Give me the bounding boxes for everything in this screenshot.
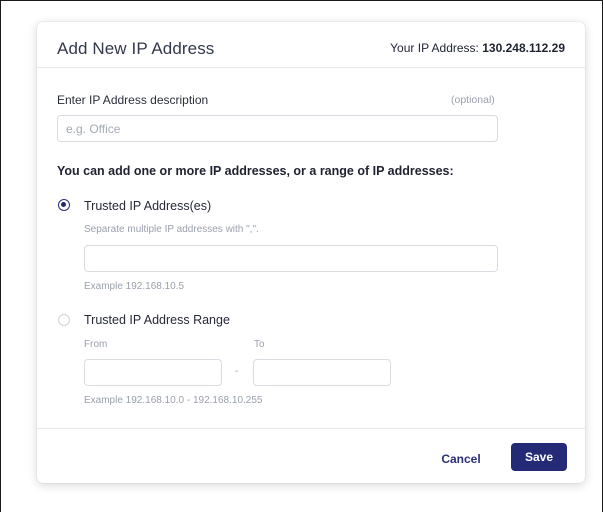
range-separator: - bbox=[235, 366, 239, 377]
trusted-addresses-radio[interactable] bbox=[58, 199, 70, 211]
range-to-label: To bbox=[254, 339, 265, 350]
ip-options-heading: You can add one or more IP addresses, or… bbox=[57, 164, 454, 178]
trusted-range-example: Example 192.168.10.0 - 192.168.10.255 bbox=[84, 395, 263, 406]
add-ip-address-dialog: Add New IP Address Your IP Address: 130.… bbox=[37, 22, 585, 483]
range-from-label: From bbox=[84, 339, 108, 350]
window-frame: Add New IP Address Your IP Address: 130.… bbox=[0, 0, 603, 512]
trusted-addresses-input[interactable] bbox=[84, 245, 498, 272]
optional-tag: (optional) bbox=[451, 94, 495, 106]
dialog-footer: Cancel Save bbox=[37, 428, 585, 484]
your-ip-label: Your IP Address: bbox=[390, 41, 479, 55]
dialog-header: Add New IP Address Your IP Address: 130.… bbox=[37, 22, 585, 68]
description-label: Enter IP Address description bbox=[57, 93, 209, 107]
your-ip-address: Your IP Address: 130.248.112.29 bbox=[390, 41, 565, 55]
trusted-range-label[interactable]: Trusted IP Address Range bbox=[84, 313, 230, 327]
description-input[interactable] bbox=[57, 115, 498, 142]
range-from-input[interactable] bbox=[84, 359, 222, 386]
trusted-addresses-example: Example 192.168.10.5 bbox=[84, 281, 185, 292]
range-to-input[interactable] bbox=[253, 359, 391, 386]
trusted-addresses-hint: Separate multiple IP addresses with ",". bbox=[84, 224, 259, 235]
your-ip-value: 130.248.112.29 bbox=[482, 41, 565, 55]
dialog-title: Add New IP Address bbox=[57, 39, 215, 58]
cancel-button[interactable]: Cancel bbox=[434, 447, 488, 471]
trusted-addresses-label[interactable]: Trusted IP Address(es) bbox=[84, 199, 211, 213]
trusted-range-radio[interactable] bbox=[58, 314, 70, 326]
save-button[interactable]: Save bbox=[511, 443, 567, 471]
